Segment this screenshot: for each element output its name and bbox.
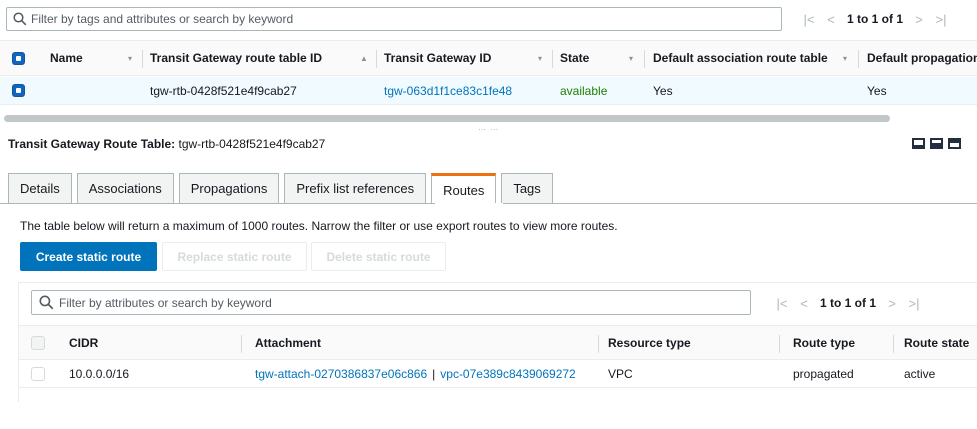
next-page-icon[interactable]: >: [886, 296, 898, 311]
column-header-route-type[interactable]: Route type: [793, 326, 855, 359]
column-resizer[interactable]: [779, 335, 780, 353]
resource-link[interactable]: vpc-07e389c8439069272: [440, 367, 575, 381]
last-page-icon[interactable]: >|: [908, 296, 920, 311]
cell-default-propagation: Yes: [867, 83, 887, 98]
routes-table: |< < 1 to 1 of 1 > >| CIDR Attachment Re…: [18, 282, 977, 402]
table-header: Name ▾ Transit Gateway route table ID ▲ …: [0, 40, 977, 76]
cell-attachment: tgw-attach-0270386837e06c866 | vpc-07e38…: [255, 361, 576, 387]
tab-routes[interactable]: Routes: [431, 173, 497, 204]
layout-maximize-icon[interactable]: [930, 138, 943, 149]
tab-associations[interactable]: Associations: [76, 173, 174, 203]
column-header-route-state[interactable]: Route state: [904, 326, 977, 359]
tab-details[interactable]: Details: [8, 173, 72, 203]
routes-pagination: |< < 1 to 1 of 1 > >|: [776, 295, 920, 311]
first-page-icon[interactable]: |<: [776, 296, 788, 311]
detail-title-value: tgw-rtb-0428f521e4f9cab27: [178, 137, 326, 151]
column-header-tgw-id[interactable]: Transit Gateway ID: [384, 41, 491, 75]
routes-info-text: The table below will return a maximum of…: [20, 219, 618, 233]
column-resizer[interactable]: [142, 50, 143, 68]
cell-default-association: Yes: [653, 83, 673, 98]
last-page-icon[interactable]: >|: [935, 12, 947, 27]
search-input[interactable]: [31, 10, 771, 28]
pagination-label: 1 to 1 of 1: [847, 12, 904, 26]
cell-tgw-id-link[interactable]: tgw-063d1f1ce83c1fe48: [384, 77, 512, 104]
create-static-route-button[interactable]: Create static route: [20, 242, 157, 271]
prev-page-icon[interactable]: <: [825, 12, 837, 27]
route-tables-list: |< < 1 to 1 of 1 > >| Name ▾ Transit Gat…: [0, 0, 977, 124]
checkbox-icon: [12, 84, 25, 97]
column-header-attachment[interactable]: Attachment: [255, 326, 321, 359]
checkbox-icon: [31, 335, 45, 350]
cell-state: available: [560, 83, 608, 98]
column-header-state[interactable]: State: [560, 41, 589, 75]
sort-icon[interactable]: ▾: [629, 54, 633, 63]
delete-static-route-button[interactable]: Delete static route: [311, 242, 446, 271]
tab-tags[interactable]: Tags: [501, 173, 553, 203]
column-header-resource-type[interactable]: Resource type: [608, 326, 691, 359]
layout-split-bottom-icon[interactable]: [912, 138, 925, 149]
next-page-icon[interactable]: >: [913, 12, 925, 27]
first-page-icon[interactable]: |<: [803, 12, 815, 27]
routes-pagination-label: 1 to 1 of 1: [820, 296, 877, 310]
select-all-checkbox[interactable]: [31, 326, 45, 359]
routes-search-box[interactable]: [31, 290, 751, 315]
routes-search-input[interactable]: [59, 294, 739, 312]
cell-resource-type: VPC: [608, 367, 633, 381]
prev-page-icon[interactable]: <: [798, 296, 810, 311]
checkbox-icon: [12, 51, 25, 65]
pagination: |< < 1 to 1 of 1 > >|: [803, 11, 947, 27]
row-checkbox[interactable]: [12, 77, 25, 104]
column-resizer[interactable]: [241, 335, 242, 353]
column-header-default-propagation[interactable]: Default propagation route table: [867, 41, 977, 75]
pane-layout-controls: [912, 138, 961, 149]
column-resizer[interactable]: [552, 50, 553, 68]
cell-route-table-id: tgw-rtb-0428f521e4f9cab27: [150, 83, 297, 98]
column-header-route-table-id[interactable]: Transit Gateway route table ID: [150, 41, 322, 75]
detail-pane-title: Transit Gateway Route Table: tgw-rtb-042…: [8, 137, 325, 151]
horizontal-scrollbar[interactable]: [4, 115, 890, 122]
table-row[interactable]: 10.0.0.0/16 tgw-attach-0270386837e06c866…: [19, 361, 977, 388]
column-header-name[interactable]: Name: [50, 41, 83, 75]
tab-prefix-list-references[interactable]: Prefix list references: [284, 173, 427, 203]
sort-ascending-icon[interactable]: ▲: [360, 54, 368, 63]
sort-icon[interactable]: ▾: [128, 54, 132, 63]
column-resizer[interactable]: [598, 335, 599, 353]
tab-propagations[interactable]: Propagations: [178, 173, 280, 203]
drag-handle-icon[interactable]: ⋯ ⋯: [478, 126, 499, 134]
column-resizer[interactable]: [858, 50, 859, 68]
replace-static-route-button[interactable]: Replace static route: [162, 242, 307, 271]
select-all-checkbox[interactable]: [12, 41, 25, 75]
filter-bar: |< < 1 to 1 of 1 > >|: [0, 0, 977, 38]
row-checkbox[interactable]: [31, 361, 45, 387]
column-header-cidr[interactable]: CIDR: [69, 326, 98, 359]
column-resizer[interactable]: [893, 335, 894, 353]
search-icon: [39, 295, 54, 310]
table-row[interactable]: tgw-rtb-0428f521e4f9cab27 tgw-063d1f1ce8…: [0, 77, 977, 105]
routes-table-header: CIDR Attachment Resource type Route type…: [19, 325, 977, 360]
layout-minimize-icon[interactable]: [948, 138, 961, 149]
pane-splitter[interactable]: ⋯ ⋯: [0, 124, 977, 134]
cell-cidr: 10.0.0.0/16: [69, 367, 130, 381]
cell-route-state: active: [904, 367, 936, 381]
cell-route-type: propagated: [793, 367, 854, 381]
detail-title-label: Transit Gateway Route Table:: [8, 137, 176, 151]
sort-icon[interactable]: ▾: [843, 54, 847, 63]
column-resizer[interactable]: [376, 50, 377, 68]
search-icon: [13, 12, 27, 26]
sort-icon[interactable]: ▾: [538, 54, 542, 63]
search-box[interactable]: [6, 7, 782, 31]
column-header-default-association[interactable]: Default association route table: [653, 41, 828, 75]
column-resizer[interactable]: [644, 50, 645, 68]
attachment-separator: |: [432, 367, 436, 381]
detail-tabs: Details Associations Propagations Prefix…: [8, 173, 553, 204]
attachment-link[interactable]: tgw-attach-0270386837e06c866: [255, 367, 427, 381]
checkbox-icon: [31, 367, 45, 381]
